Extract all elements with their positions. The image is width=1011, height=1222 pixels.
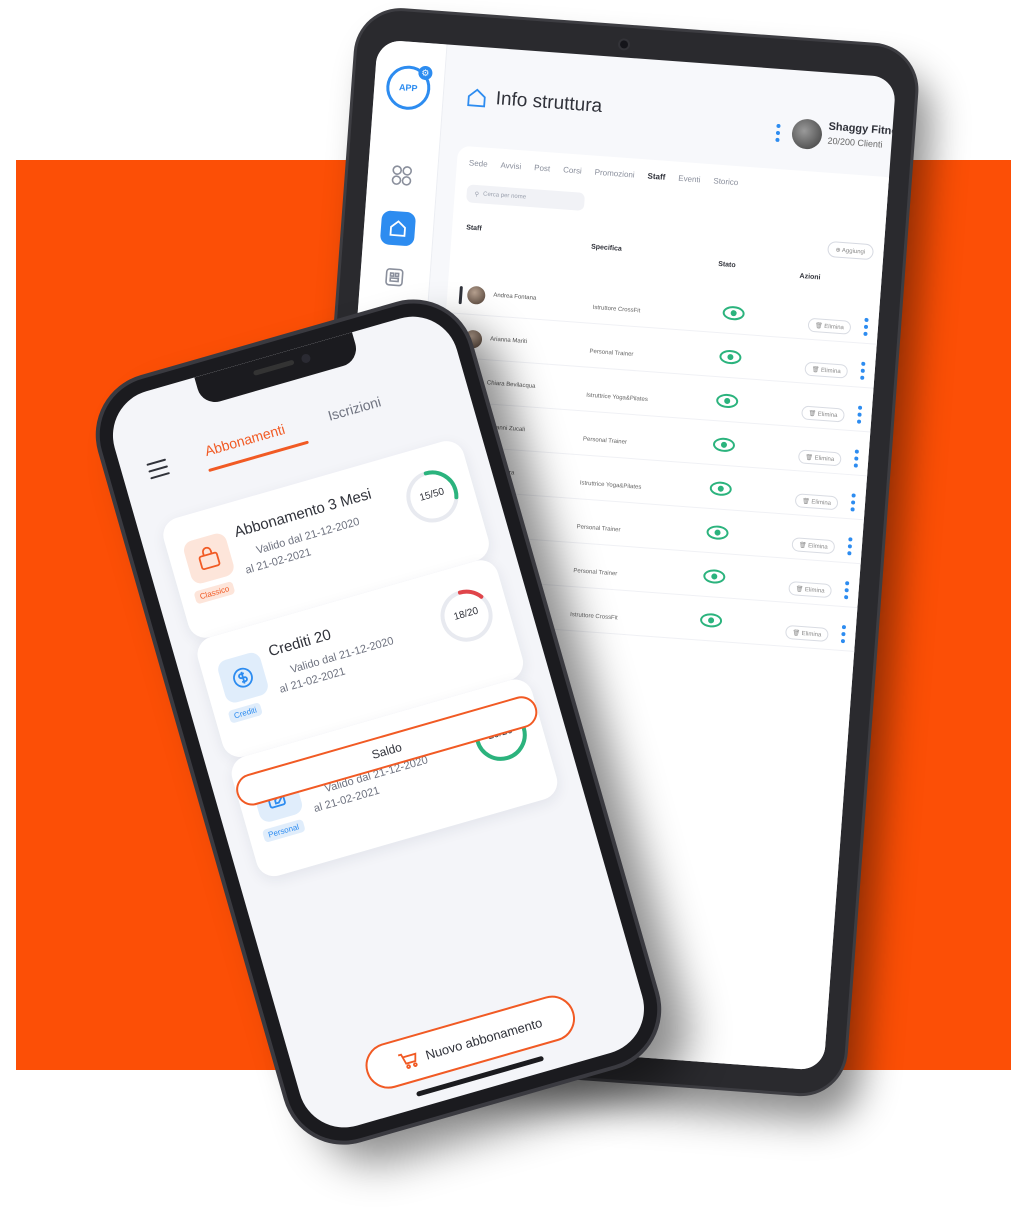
structure-tabs: Sede Avvisi Post Corsi Promozioni Staff … — [469, 158, 739, 187]
page-title: Info struttura — [494, 88, 603, 117]
tab-sede[interactable]: Sede — [469, 158, 488, 168]
tab-staff[interactable]: Staff — [647, 172, 665, 182]
staff-role: Istruttore CrossFit — [592, 304, 641, 315]
row-more-icon[interactable] — [853, 449, 859, 470]
search-placeholder: Cerca per nome — [482, 191, 527, 201]
subscription-tag: Crediti — [227, 702, 264, 724]
grid-icon[interactable] — [387, 161, 417, 191]
eye-icon[interactable] — [699, 612, 723, 629]
delete-label: Elimina — [823, 323, 845, 332]
bag-icon — [181, 531, 237, 586]
user-avatar[interactable] — [790, 118, 824, 151]
delete-label: Elimina — [804, 587, 825, 595]
delete-label: Elimina — [807, 543, 828, 551]
eye-icon[interactable] — [718, 349, 742, 365]
eye-icon[interactable] — [706, 524, 730, 541]
delete-button[interactable]: 🗑 Elimina — [797, 449, 842, 467]
delete-label: Elimina — [820, 367, 841, 376]
column-stato: Stato — [717, 260, 736, 270]
eye-icon[interactable] — [722, 305, 746, 321]
tab-promozioni[interactable]: Promozioni — [594, 168, 635, 180]
header-home-icon — [467, 88, 486, 108]
staff-role: Istruttore CrossFit — [569, 612, 618, 622]
column-staff: Staff — [465, 224, 482, 233]
coin-icon — [215, 650, 271, 705]
usage-progress-ring: 15/50 — [398, 462, 467, 531]
tab-iscrizioni[interactable]: Iscrizioni — [326, 393, 383, 423]
eye-icon[interactable] — [709, 480, 733, 497]
row-more-icon[interactable] — [847, 537, 853, 558]
column-specifica: Specifica — [590, 243, 623, 253]
delete-button[interactable]: 🗑 Elimina — [791, 537, 836, 555]
staff-role: Personal Trainer — [589, 348, 634, 358]
staff-role: Personal Trainer — [582, 436, 628, 446]
eye-icon[interactable] — [702, 568, 726, 585]
home-icon[interactable] — [379, 210, 417, 247]
delete-label: Elimina — [811, 499, 832, 507]
staff-role: Personal Trainer — [573, 568, 618, 578]
staff-role: Istruttrice Yoga&Pilates — [579, 480, 642, 491]
tab-eventi[interactable]: Eventi — [678, 174, 701, 185]
tablet-camera — [619, 40, 629, 49]
row-more-icon[interactable] — [844, 581, 850, 602]
staff-name: Andrea Fontana — [493, 292, 537, 302]
header-more-icon[interactable] — [775, 123, 781, 144]
staff-search-input[interactable]: ⚲ Cerca per nome — [466, 184, 586, 211]
staff-name: Chiara Bevilacqua — [486, 380, 536, 390]
front-camera — [300, 352, 312, 365]
delete-button[interactable]: 🗑 Elimina — [784, 624, 829, 642]
row-more-icon[interactable] — [860, 361, 866, 383]
cart-icon — [397, 1052, 418, 1069]
delete-button[interactable]: 🗑 Elimina — [807, 317, 852, 335]
delete-label: Elimina — [817, 411, 838, 420]
app-logo-text: APP — [398, 82, 418, 94]
row-more-icon[interactable] — [856, 405, 863, 427]
staff-name: Arianna Mariti — [489, 336, 528, 346]
eye-icon[interactable] — [712, 437, 736, 453]
eye-icon[interactable] — [715, 393, 739, 409]
tab-avvisi[interactable]: Avvisi — [500, 161, 521, 171]
gear-icon: ⚙ — [417, 65, 433, 81]
delete-button[interactable]: 🗑 Elimina — [801, 405, 845, 423]
tab-storico[interactable]: Storico — [713, 176, 738, 187]
delete-label: Elimina — [801, 631, 822, 639]
app-logo[interactable]: APP ⚙ — [384, 64, 433, 112]
column-azioni: Azioni — [799, 272, 821, 282]
staff-role: Personal Trainer — [576, 524, 621, 534]
staff-role: Istruttrice Yoga&Pilates — [586, 392, 648, 404]
speaker — [252, 359, 295, 376]
row-more-icon[interactable] — [840, 624, 847, 646]
row-more-icon[interactable] — [863, 317, 869, 339]
delete-button[interactable]: 🗑 Elimina — [794, 493, 839, 511]
add-staff-label: Aggiungi — [841, 247, 866, 256]
subscription-tag: Personal — [261, 818, 306, 843]
delete-button[interactable]: 🗑 Elimina — [804, 361, 849, 379]
tab-corsi[interactable]: Corsi — [563, 165, 582, 175]
row-color-bar — [458, 286, 463, 305]
staff-avatar — [466, 285, 486, 305]
subscription-tag: Classico — [193, 580, 236, 605]
delete-label: Elimina — [814, 455, 835, 463]
user-client-count: 20/200 Clienti — [827, 135, 883, 150]
new-subscription-label: Nuovo abbonamento — [423, 1014, 544, 1063]
hamburger-menu-icon[interactable] — [146, 458, 171, 485]
add-staff-button[interactable]: ⊕ Aggiungi — [827, 240, 874, 261]
row-more-icon[interactable] — [850, 493, 856, 514]
usage-progress-ring: 18/20 — [432, 581, 501, 650]
delete-button[interactable]: 🗑 Elimina — [788, 580, 833, 599]
search-icon: ⚲ — [474, 191, 480, 198]
dashboard-icon[interactable] — [379, 262, 409, 292]
tab-post[interactable]: Post — [534, 163, 551, 173]
